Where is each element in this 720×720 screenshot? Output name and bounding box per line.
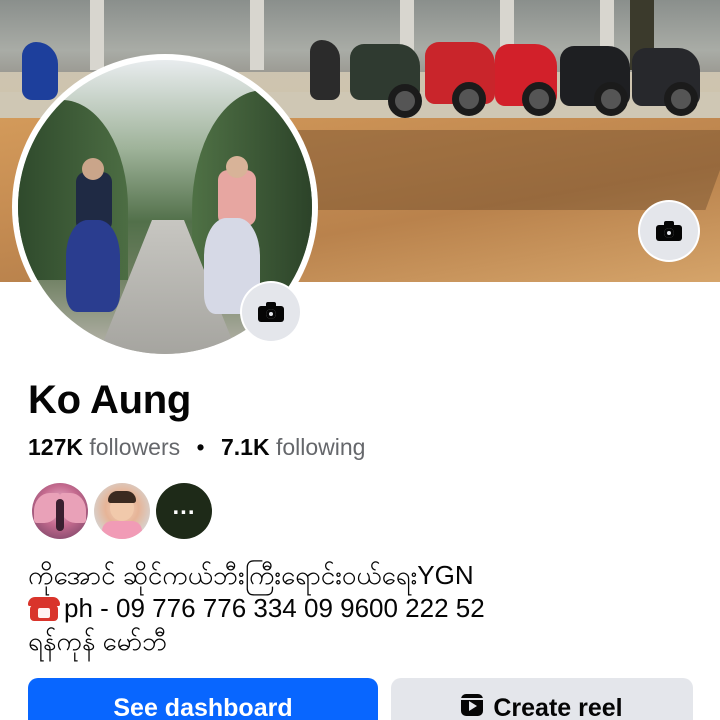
- cover-wheel: [664, 82, 698, 116]
- stats-separator: •: [196, 434, 205, 460]
- more-followers-button[interactable]: ...: [156, 483, 212, 539]
- cover-motorcycle: [310, 40, 340, 100]
- camera-icon: [258, 302, 284, 322]
- bio-line-1: ကိုအောင် ဆိုင်ကယ်ဘီးကြီးရောင်းဝယ်ရေးYGN: [28, 560, 474, 590]
- edit-profile-picture-button[interactable]: [242, 283, 300, 341]
- follower-avatar[interactable]: [94, 483, 150, 539]
- avatar-art: [56, 499, 64, 531]
- cover-wheel: [388, 84, 422, 118]
- cover-pillar: [250, 0, 264, 70]
- cover-wheel: [522, 82, 556, 116]
- following-label[interactable]: following: [276, 434, 366, 460]
- avatar-art: [108, 491, 136, 503]
- avatar-art: [102, 521, 142, 539]
- cover-wheel: [594, 82, 628, 116]
- see-dashboard-label: See dashboard: [113, 694, 293, 720]
- following-count[interactable]: 7.1K: [221, 434, 270, 460]
- followers-count[interactable]: 127K: [28, 434, 83, 460]
- create-reel-label: Create reel: [493, 694, 623, 720]
- create-reel-button[interactable]: Create reel: [391, 678, 693, 720]
- camera-icon: [656, 221, 682, 241]
- more-icon: ...: [172, 493, 196, 520]
- profile-stats: 127K followers • 7.1K following: [28, 434, 365, 461]
- cover-motorcycle: [22, 42, 58, 100]
- bio-line-2: ph - 09 776 776 334 09 9600 222 52: [28, 592, 708, 625]
- bio-phone-text: ph - 09 776 776 334 09 9600 222 52: [64, 593, 485, 623]
- edit-cover-photo-button[interactable]: [640, 202, 698, 260]
- profile-name: Ko Aung: [28, 378, 192, 422]
- profile-bio: ကိုအောင် ဆိုင်ကယ်ဘီးကြီးရောင်းဝယ်ရေးYGN …: [28, 559, 708, 658]
- photo-person-head: [226, 156, 248, 178]
- telephone-icon: [28, 595, 60, 621]
- followers-label[interactable]: followers: [89, 434, 180, 460]
- reel-icon: [461, 694, 484, 716]
- photo-person-head: [82, 158, 104, 180]
- cover-wheel: [452, 82, 486, 116]
- cover-pillar: [90, 0, 104, 70]
- bio-line-3: ရန်ကုန် မော်ဘီ: [28, 626, 168, 656]
- photo-motorcycle: [66, 220, 120, 312]
- follower-avatar[interactable]: [32, 483, 88, 539]
- see-dashboard-button[interactable]: See dashboard: [28, 678, 378, 720]
